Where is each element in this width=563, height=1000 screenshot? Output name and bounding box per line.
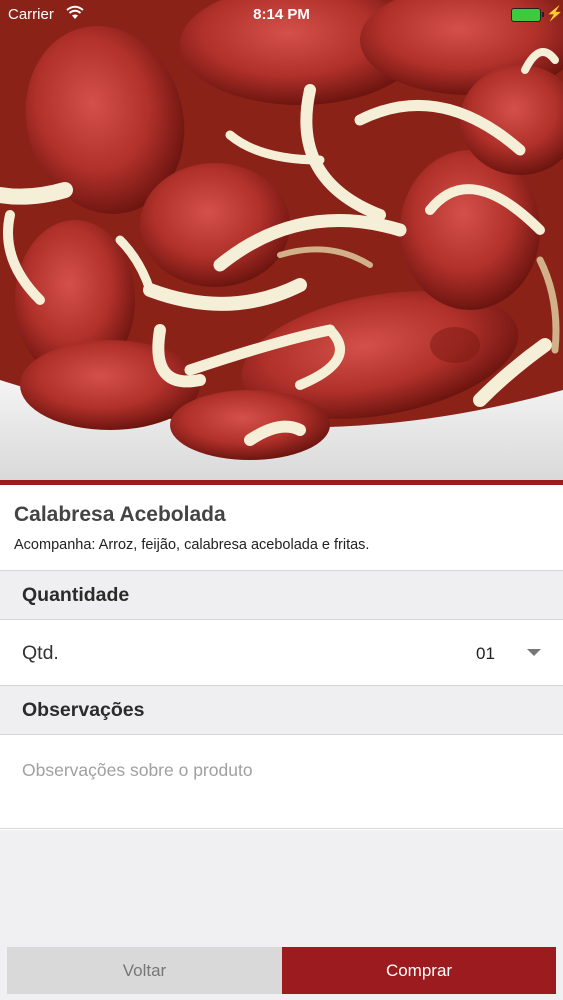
status-time: 8:14 PM — [253, 6, 310, 23]
notes-field-container — [0, 736, 563, 829]
quantity-section-header: Quantidade — [0, 570, 563, 620]
empty-area — [0, 830, 563, 945]
quantity-value[interactable]: 01 — [476, 644, 495, 664]
status-bar: Carrier 8:14 PM ⚡ — [0, 0, 563, 30]
notes-section-title: Observações — [22, 699, 145, 721]
charge-icon: ⚡ — [546, 5, 563, 21]
notes-section-header: Observações — [0, 685, 563, 735]
product-photo — [0, 0, 563, 483]
quantity-picker-row[interactable]: Qtd. 01 — [0, 620, 563, 685]
quantity-section-title: Quantidade — [22, 584, 130, 606]
notes-input[interactable] — [0, 736, 563, 828]
product-info: Calabresa Acebolada Acompanha: Arroz, fe… — [0, 485, 563, 570]
buy-button[interactable]: Comprar — [282, 947, 556, 994]
back-button[interactable]: Voltar — [7, 947, 282, 994]
quantity-label: Qtd. — [22, 642, 59, 664]
product-title: Calabresa Acebolada — [14, 503, 226, 526]
product-description: Acompanha: Arroz, feijão, calabresa aceb… — [14, 537, 370, 553]
sausage-onion-illustration — [0, 0, 563, 483]
battery-icon — [511, 8, 544, 22]
footer-actions: Voltar Comprar — [0, 945, 563, 1000]
chevron-down-icon[interactable] — [527, 649, 541, 656]
